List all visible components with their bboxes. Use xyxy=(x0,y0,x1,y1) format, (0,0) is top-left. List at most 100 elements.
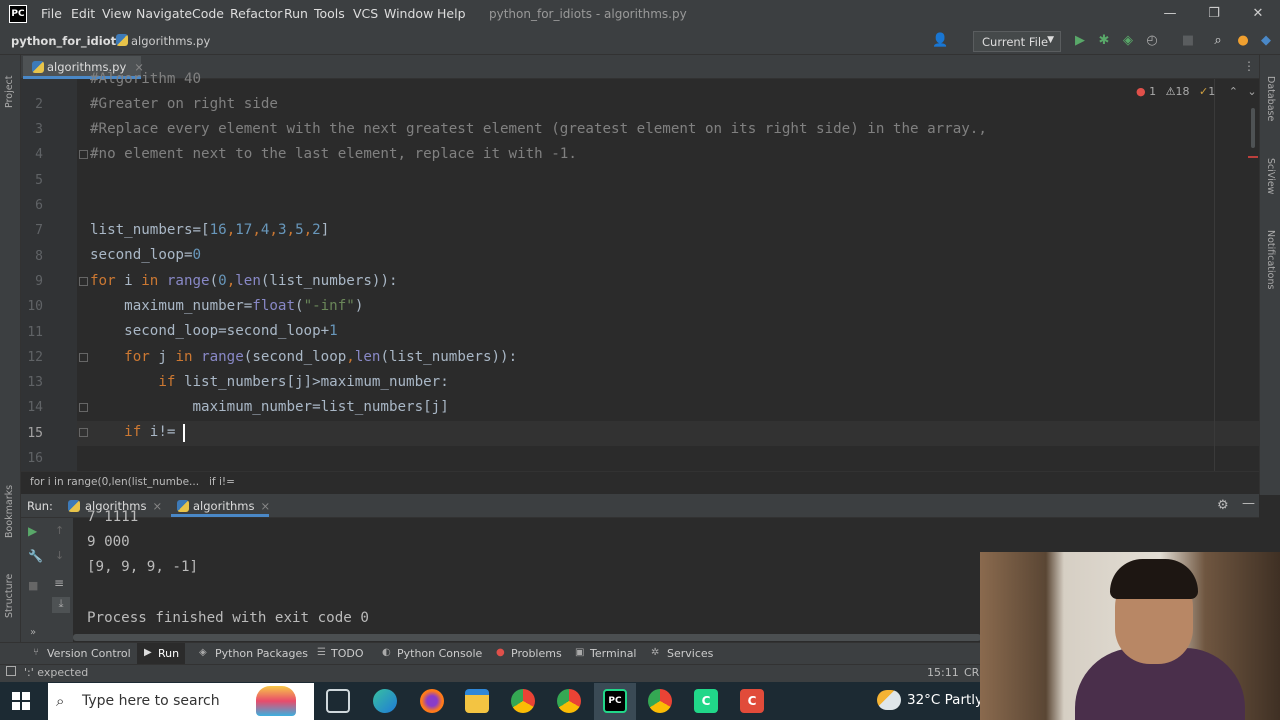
menu-file[interactable]: File xyxy=(41,6,62,21)
windows-start-icon[interactable] xyxy=(12,692,30,710)
down-arrow-icon[interactable]: ↓ xyxy=(55,549,64,562)
menu-view[interactable]: View xyxy=(102,6,132,21)
run-icon: ▶ xyxy=(144,647,152,658)
weather-icon[interactable] xyxy=(877,690,901,710)
coverage-icon[interactable]: ◈ xyxy=(1120,33,1136,49)
pycharm-logo-icon[interactable]: PC xyxy=(9,5,27,23)
minimize-button[interactable]: — xyxy=(1160,5,1180,23)
bookmarks-tool-button[interactable]: Bookmarks xyxy=(4,485,15,538)
warning-icon: ⚠ xyxy=(1165,85,1176,98)
line-number: 13 xyxy=(27,375,43,390)
current-line-highlight xyxy=(77,421,1259,446)
breadcrumb-if[interactable]: if i!= xyxy=(209,476,235,488)
code-comment: #Algorithm 40 xyxy=(90,71,202,87)
code-line-12: for j in range(second_loop,len(list_numb… xyxy=(90,349,518,365)
close-button[interactable]: ✕ xyxy=(1248,5,1268,23)
pycharm-taskbar-icon[interactable]: PC xyxy=(603,689,627,713)
menu-window[interactable]: Window xyxy=(384,6,433,21)
chrome-profile-icon[interactable] xyxy=(648,689,672,713)
python-file-icon xyxy=(116,34,128,46)
toolwindow-terminal[interactable]: Terminal xyxy=(590,647,637,660)
firefox-icon[interactable] xyxy=(420,689,444,713)
fold-marker[interactable] xyxy=(79,150,88,159)
chevron-down-icon[interactable]: ⌄ xyxy=(1247,85,1256,98)
toolwindow-services[interactable]: Services xyxy=(667,647,713,660)
chevron-up-icon[interactable]: ⌃ xyxy=(1229,85,1238,98)
stop-icon[interactable]: ■ xyxy=(1180,33,1196,49)
menu-help[interactable]: Help xyxy=(437,6,466,21)
more-icon[interactable]: ⋮ xyxy=(1243,59,1255,73)
database-tool-button[interactable]: Database xyxy=(1265,76,1276,121)
fold-marker[interactable] xyxy=(79,353,88,362)
menu-vcs[interactable]: VCS xyxy=(353,6,378,21)
user-icon[interactable]: 👤 xyxy=(932,33,948,49)
chrome-alt-icon[interactable] xyxy=(557,689,581,713)
menu-refactor[interactable]: Refactor xyxy=(230,6,282,21)
debug-icon[interactable]: ✱ xyxy=(1096,33,1112,49)
line-number: 2 xyxy=(35,97,43,112)
scroll-to-end-icon[interactable]: ⤓ xyxy=(52,597,70,613)
run-tab-2[interactable]: algorithms × xyxy=(193,499,270,513)
chrome-icon[interactable] xyxy=(511,689,535,713)
fold-marker[interactable] xyxy=(79,277,88,286)
hide-icon[interactable]: — xyxy=(1242,496,1255,511)
jetbrains-app-icon[interactable]: C xyxy=(694,689,718,713)
menu-tools[interactable]: Tools xyxy=(314,6,345,21)
rerun-icon[interactable]: ▶ xyxy=(28,524,37,538)
search-icon[interactable]: ⌕ xyxy=(1210,33,1226,49)
console-output-line: 7 1111 xyxy=(87,509,139,525)
file-breadcrumb[interactable]: algorithms.py xyxy=(131,34,210,48)
toolwindow-version-control[interactable]: Version Control xyxy=(47,647,131,660)
file-explorer-icon[interactable] xyxy=(465,689,489,713)
stop-icon[interactable]: ■ xyxy=(28,579,38,592)
toolwindow-run[interactable]: Run xyxy=(158,647,179,660)
task-view-icon[interactable] xyxy=(326,689,350,713)
line-number: 6 xyxy=(35,198,43,213)
close-icon[interactable]: × xyxy=(261,499,271,513)
run-configuration-select[interactable]: Current File ▼ xyxy=(973,31,1061,52)
fold-marker[interactable] xyxy=(79,428,88,437)
more-icon[interactable]: » xyxy=(30,627,36,638)
code-line-10: maximum_number=float("-inf") xyxy=(90,298,364,314)
notifications-tool-button[interactable]: Notifications xyxy=(1265,230,1276,289)
run-icon[interactable]: ▶ xyxy=(1072,33,1088,49)
toolwindow-problems[interactable]: Problems xyxy=(511,647,562,660)
recorder-app-icon[interactable]: C xyxy=(740,689,764,713)
toolwindow-python-packages[interactable]: Python Packages xyxy=(215,647,308,660)
menu-code[interactable]: Code xyxy=(192,6,224,21)
console-output-line: 9 000 xyxy=(87,534,130,550)
editor-scrollbar[interactable] xyxy=(1251,108,1255,148)
menu-edit[interactable]: Edit xyxy=(71,6,95,21)
project-breadcrumb[interactable]: python_for_idiots xyxy=(11,34,123,48)
caret-position[interactable]: 15:11 xyxy=(927,666,959,679)
error-stripe-marker[interactable] xyxy=(1248,156,1258,158)
up-arrow-icon[interactable]: ↑ xyxy=(55,524,64,537)
gear-icon[interactable]: ⚙ xyxy=(1217,498,1229,513)
sciview-tool-button[interactable]: SciView xyxy=(1265,158,1276,194)
wrench-icon[interactable]: 🔧 xyxy=(28,549,43,563)
toolwindow-todo[interactable]: TODO xyxy=(331,647,364,660)
soft-wrap-icon[interactable]: ≡ xyxy=(54,576,64,590)
menu-navigate[interactable]: Navigate xyxy=(136,6,192,21)
fold-marker[interactable] xyxy=(79,403,88,412)
profile-icon[interactable]: ◴ xyxy=(1144,33,1160,49)
project-tool-button[interactable]: Project xyxy=(4,75,15,108)
updates-icon[interactable]: ● xyxy=(1235,33,1251,49)
left-tool-strip xyxy=(0,55,21,660)
close-icon[interactable]: × xyxy=(153,499,163,513)
code-line-7: list_numbers=[16,17,4,3,5,2] xyxy=(90,222,330,238)
edge-icon[interactable] xyxy=(373,689,397,713)
structure-tool-button[interactable]: Structure xyxy=(4,574,15,618)
layout-icon[interactable] xyxy=(6,666,16,676)
menu-run[interactable]: Run xyxy=(284,6,308,21)
toolwindow-python-console[interactable]: Python Console xyxy=(397,647,482,660)
jetbrains-icon[interactable]: ◆ xyxy=(1258,33,1274,49)
breadcrumb-for[interactable]: for i in range(0,len(list_numbe... xyxy=(30,476,199,488)
line-number: 3 xyxy=(35,122,43,137)
console-horizontal-scrollbar[interactable] xyxy=(73,634,981,641)
line-number: 11 xyxy=(27,325,43,340)
maximize-button[interactable]: ❐ xyxy=(1204,5,1224,23)
weather-text[interactable]: 32°C Partly xyxy=(907,692,983,708)
python-file-icon xyxy=(177,500,189,512)
inspection-widget[interactable]: ● 1 ⚠18 ✓1 ⌃ ⌄ xyxy=(1136,85,1257,98)
